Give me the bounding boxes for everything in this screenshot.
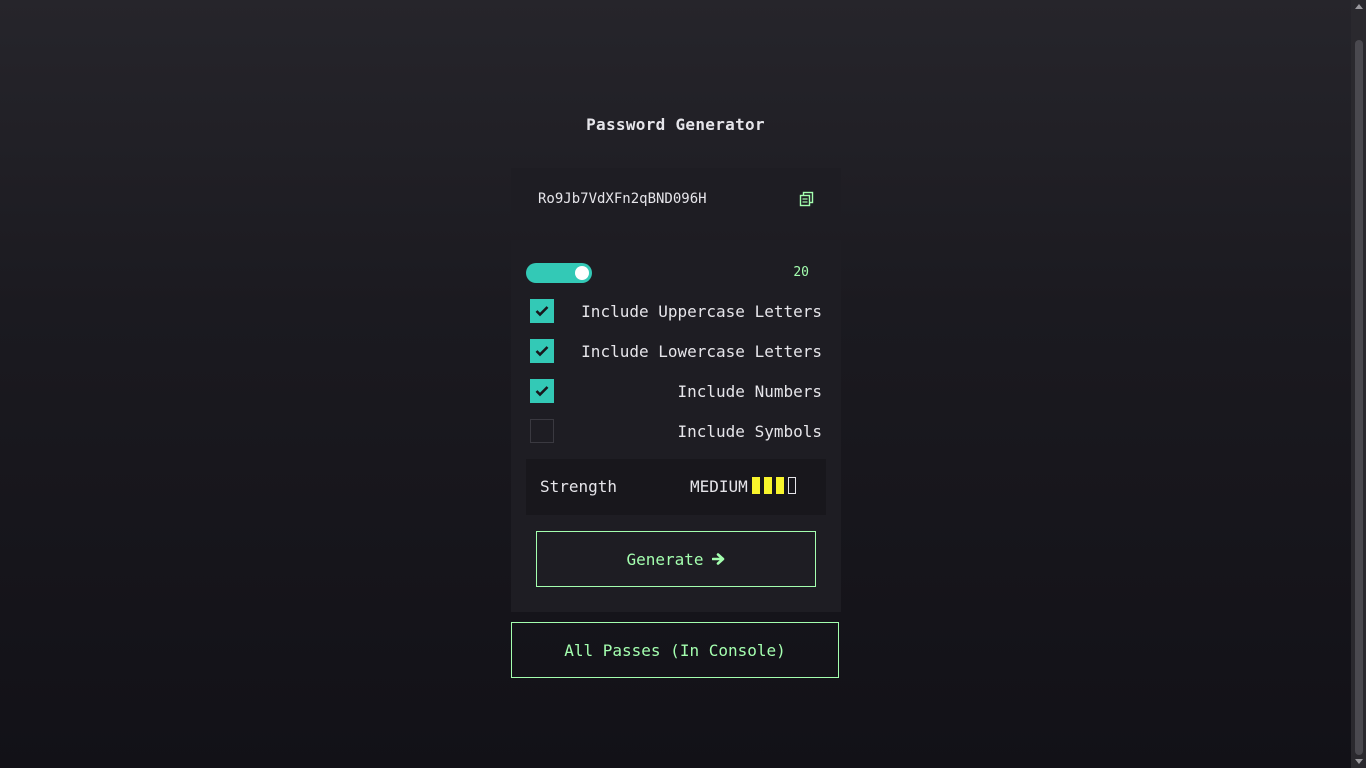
generate-button[interactable]: Generate [536,531,816,587]
uppercase-label: Include Uppercase Letters [581,302,822,321]
strength-bar [764,477,772,494]
generate-label: Generate [626,549,704,569]
option-numbers[interactable]: Include Numbers [530,379,822,403]
check-icon [535,386,549,397]
arrow-right-icon [711,553,724,565]
strength-meter: Strength MEDIUM [526,459,826,515]
page-title: Password Generator [586,115,765,134]
scrollbar-thumb[interactable] [1355,40,1363,755]
strength-bar [776,477,784,494]
password-text: Ro9Jb7VdXFn2qBND096H [538,191,707,207]
all-passes-label: All Passes (In Console) [564,640,786,660]
length-value: 20 [793,265,809,280]
strength-value: MEDIUM [690,477,748,496]
strength-bar [788,477,796,494]
copy-icon [799,191,814,207]
length-row: 20 [526,263,816,283]
symbols-label: Include Symbols [677,422,823,441]
numbers-checkbox[interactable] [530,379,554,403]
symbols-checkbox[interactable] [530,419,554,443]
lowercase-label: Include Lowercase Letters [581,342,822,361]
uppercase-checkbox[interactable] [530,299,554,323]
check-icon [535,346,549,357]
strength-bar [752,477,760,494]
scroll-up-arrow-icon[interactable] [1355,4,1363,9]
check-icon [535,306,549,317]
scroll-down-arrow-icon[interactable] [1355,759,1363,764]
strength-bars [752,477,796,494]
password-output: Ro9Jb7VdXFn2qBND096H [511,168,841,230]
numbers-label: Include Numbers [677,382,823,401]
settings-panel: 20 Include Uppercase Letters Include Low… [511,240,841,612]
page-scrollbar[interactable] [1351,0,1366,768]
option-lowercase[interactable]: Include Lowercase Letters [530,339,822,363]
strength-label: Strength [540,477,618,496]
lowercase-checkbox[interactable] [530,339,554,363]
copy-button[interactable] [799,191,815,207]
length-slider[interactable] [526,263,592,283]
option-uppercase[interactable]: Include Uppercase Letters [530,299,822,323]
slider-knob[interactable] [575,266,589,280]
all-passes-button[interactable]: All Passes (In Console) [511,622,839,678]
option-symbols[interactable]: Include Symbols [530,419,822,443]
